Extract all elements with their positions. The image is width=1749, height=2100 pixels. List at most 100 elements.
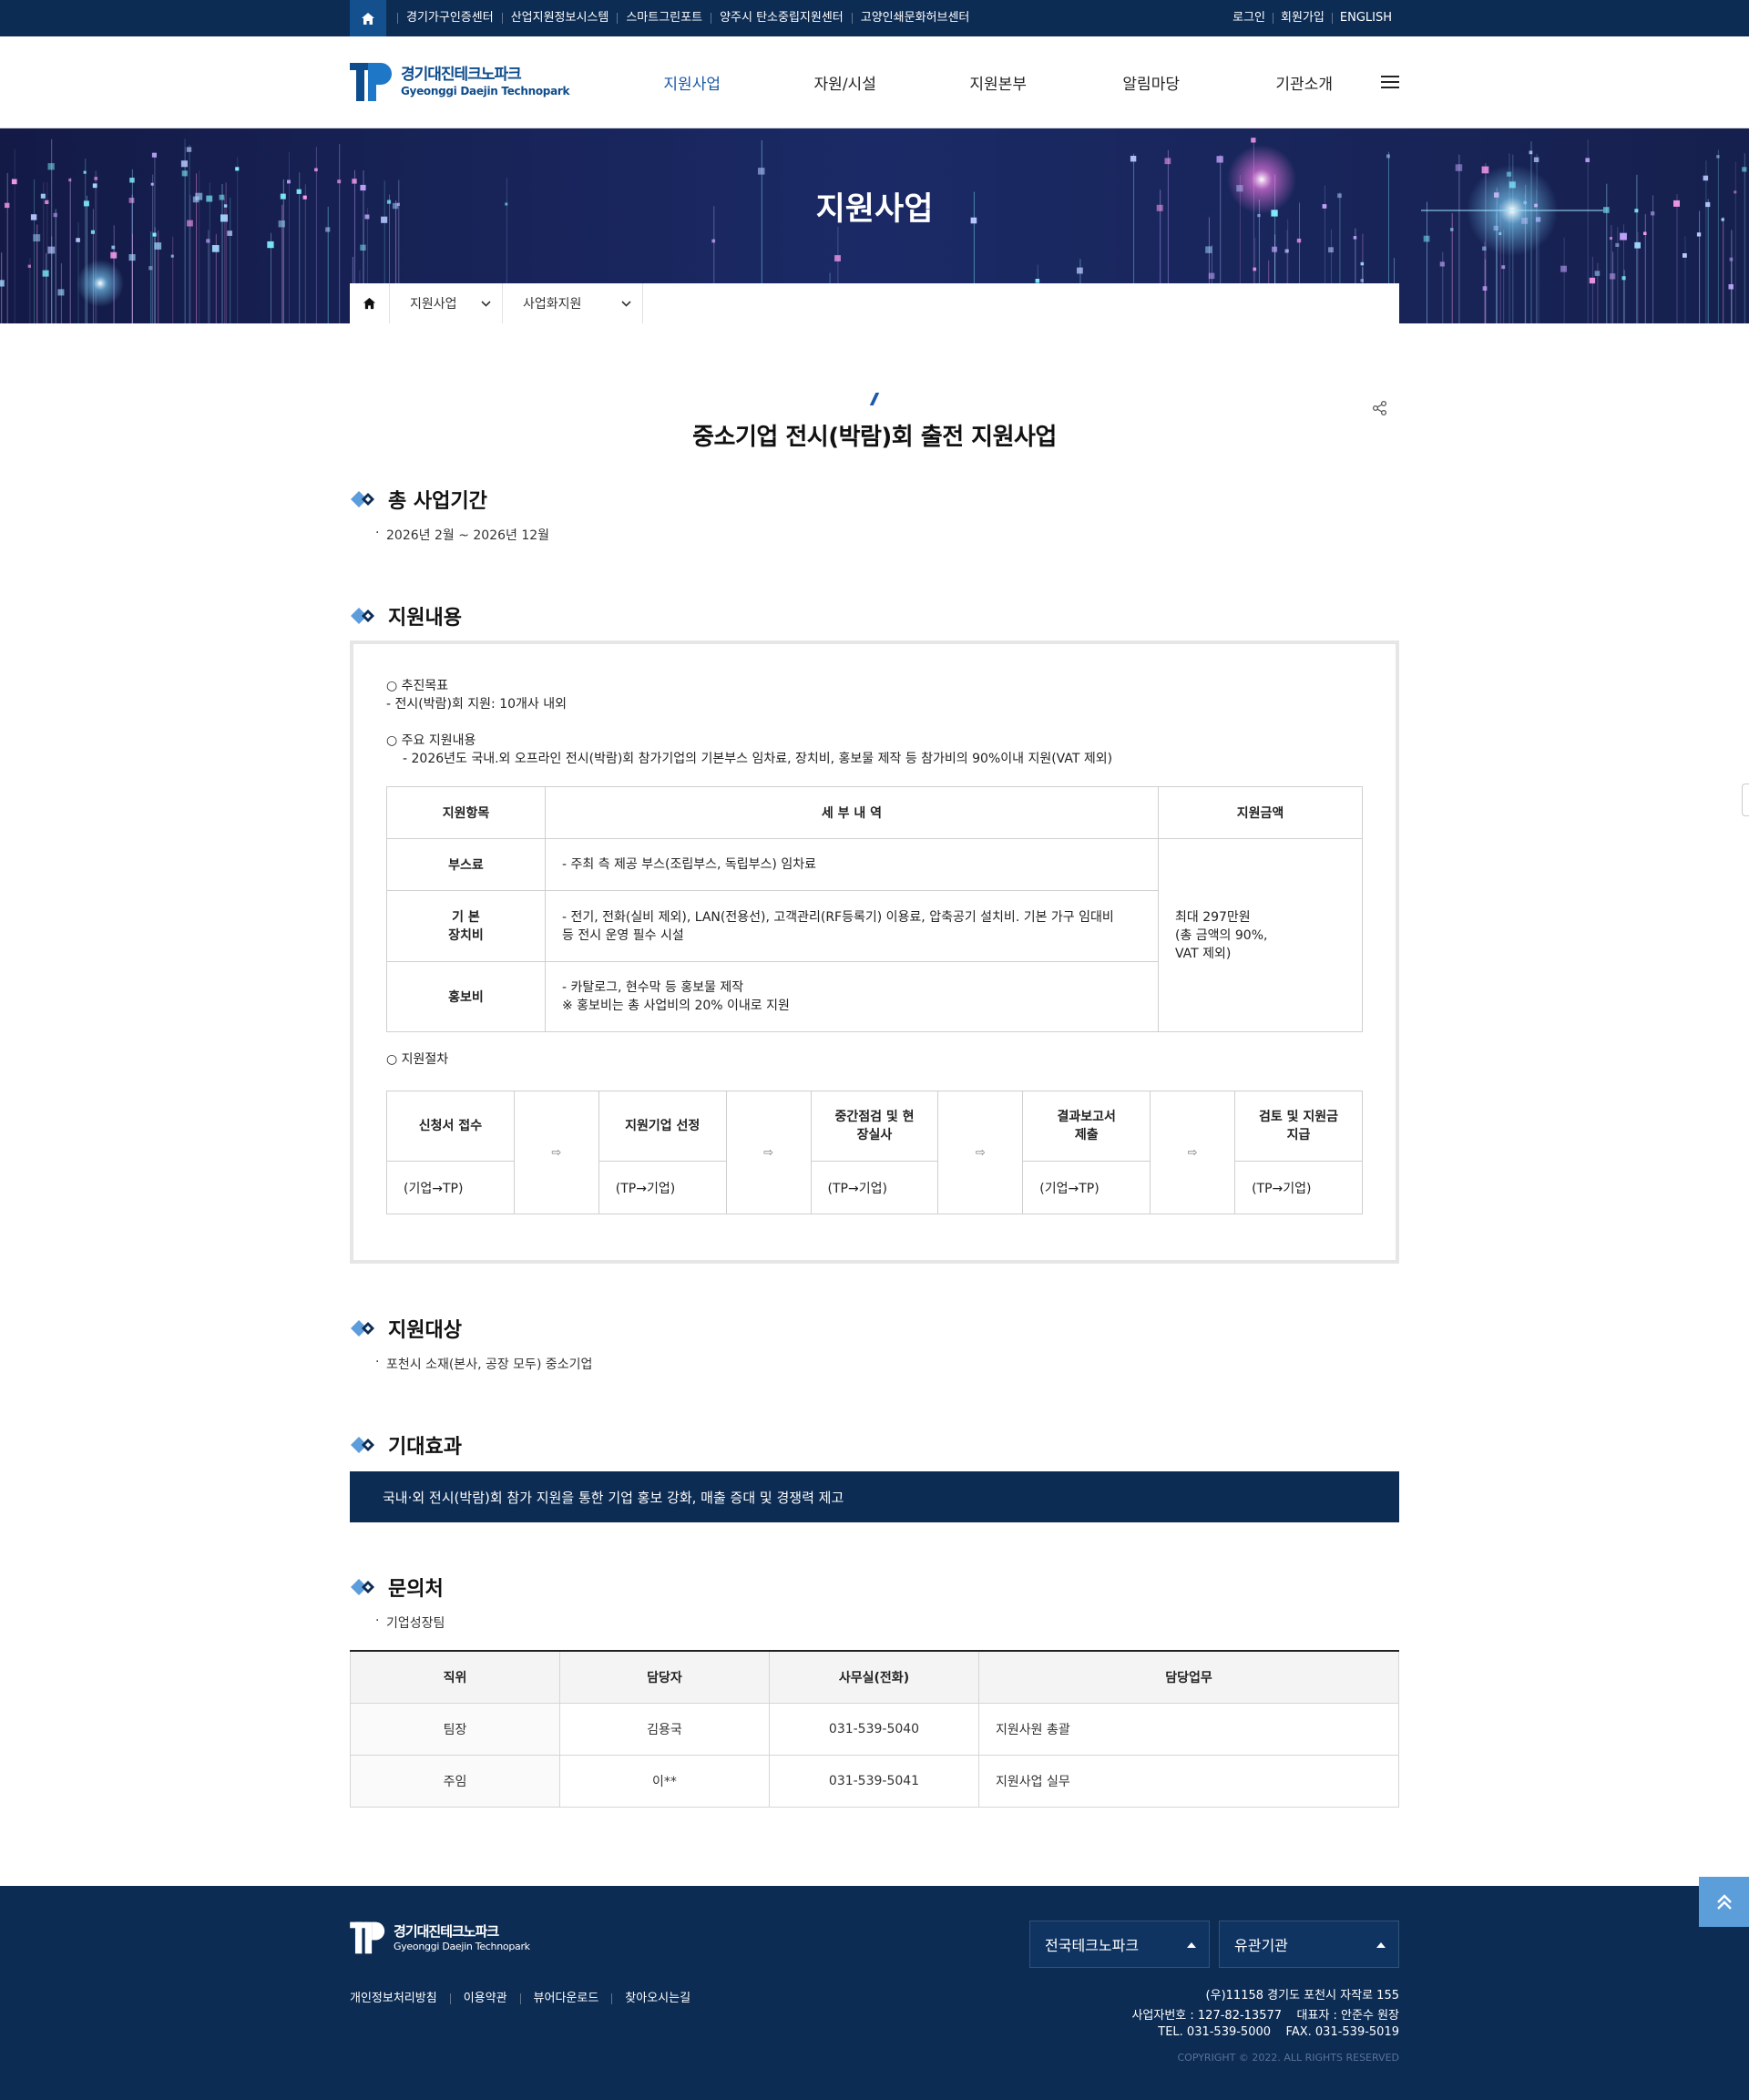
table-header: 사무실(전화)	[769, 1651, 979, 1704]
table-cell: 지원사업 실무	[978, 1754, 1399, 1808]
cell-line: - 카탈로그, 현수막 등 홍보물 제작	[562, 980, 744, 995]
diamond-bullet-icon	[351, 1320, 374, 1337]
nav-division[interactable]: 지원본부	[922, 71, 1075, 94]
footer-link[interactable]: 찾아오시는길	[611, 1992, 703, 2004]
section-heading: 지원내용	[350, 602, 1399, 630]
table-header: 담당업무	[978, 1651, 1399, 1704]
step-name: 결과보고서 제출	[1022, 1091, 1151, 1162]
nav-support[interactable]: 지원사업	[616, 71, 769, 94]
section-support: 지원내용 ○ 추진목표 - 전시(박람)회 지원: 10개사 내외 ○ 주요 지…	[350, 602, 1399, 1264]
diamond-bullet-icon	[351, 608, 374, 624]
main-nav: 지원사업 자원/시설 지원본부 알림마당 기관소개	[616, 71, 1381, 94]
caret-up-icon	[1187, 1941, 1196, 1948]
step-name: 검토 및 지원금 지급	[1234, 1091, 1363, 1162]
logo-text-kr: 경기대진테크노파크	[401, 66, 522, 84]
footer-copyright: COPYRIGHT © 2022. ALL RIGHTS RESERVED	[1177, 2052, 1399, 2064]
period-text: 2026년 2월 ~ 2026년 12월	[350, 526, 1399, 544]
side-quick-tab[interactable]	[1742, 784, 1749, 816]
logo-mark-icon	[350, 1921, 385, 1954]
related-org-select[interactable]: 유관기관	[1219, 1921, 1399, 1968]
hamburger-menu-icon[interactable]	[1380, 74, 1399, 90]
step-flow: (TP→기업)	[810, 1161, 939, 1214]
footer-logo-kr: 경기대진테크노파크	[394, 1922, 499, 1940]
cell-line: 등 전시 운영 필수 시설	[562, 927, 684, 943]
footer-link[interactable]: 뷰어다운로드	[519, 1992, 612, 2004]
diamond-bullet-icon	[351, 491, 374, 507]
cell-line: - 전기, 전화(실비 제외), LAN(전용선), 고객관리(RF등록기) 이…	[562, 909, 1114, 925]
step-flow: (기업→TP)	[386, 1161, 515, 1214]
process-table: 신청서 접수 ⇨ 지원기업 선정 ⇨ 중간점검 및 현 장실사 ⇨ 결과보고서 제출…	[386, 1091, 1363, 1214]
nav-resources[interactable]: 자원/시설	[769, 71, 922, 94]
cell-line: ※ 홍보비는 총 사업비의 20% 이내로 지원	[562, 999, 790, 1013]
technopark-select[interactable]: 전국테크노파크	[1029, 1921, 1210, 1968]
footer-logo[interactable]: 경기대진테크노파크 Gyeonggi Daejin Technopark	[350, 1921, 530, 1955]
table-header: 담당자	[559, 1651, 770, 1704]
login-link[interactable]: 로그인	[1225, 12, 1273, 24]
location-bar: 지원사업 사업화지원	[350, 283, 1399, 323]
diamond-bullet-icon	[351, 1579, 374, 1595]
step-name: 중간점검 및 현 장실사	[810, 1091, 939, 1162]
page-title: 중소기업 전시(박람)회 출전 지원사업	[692, 424, 1057, 451]
footer-link[interactable]: 개인정보처리방침	[350, 1992, 450, 2004]
site-logo[interactable]: 경기대진테크노파크 Gyeonggi Daejin Technopark	[350, 61, 570, 103]
nav-about[interactable]: 기관소개	[1228, 71, 1381, 94]
step-flow: (TP→기업)	[1234, 1161, 1363, 1214]
visual-title: 지원사업	[815, 191, 934, 228]
step-flow: (TP→기업)	[598, 1161, 727, 1214]
table-cell: 팀장	[350, 1702, 560, 1756]
table-cell: 031-539-5040	[769, 1702, 979, 1756]
section-heading-text: 문의처	[388, 1578, 444, 1601]
site-link[interactable]: 스마트그린포트	[617, 12, 711, 24]
site-link[interactable]: 고양인쇄문화허브센터	[851, 12, 978, 24]
chevron-down-icon	[481, 300, 491, 307]
table-cell: 부스료	[386, 838, 546, 891]
share-icon[interactable]	[1372, 400, 1388, 420]
location-depth1-dropdown[interactable]: 지원사업	[390, 283, 503, 323]
join-link[interactable]: 회원가입	[1273, 12, 1332, 24]
site-link[interactable]: 경기가구인증센터	[397, 12, 502, 24]
footer-tel: TEL. 031-539-5000 FAX. 031-539-5019	[1158, 2025, 1399, 2039]
site-link[interactable]: 양주시 탄소중립지원센터	[711, 12, 852, 24]
location-depth1-label: 지원사업	[410, 297, 457, 312]
page-title-area: 중소기업 전시(박람)회 출전 지원사업	[350, 393, 1399, 466]
support-box: ○ 추진목표 - 전시(박람)회 지원: 10개사 내외 ○ 주요 지원내용 -…	[350, 640, 1399, 1264]
table-cell: - 카탈로그, 현수막 등 홍보물 제작 ※ 홍보비는 총 사업비의 20% 이…	[545, 961, 1159, 1032]
header: 경기대진테크노파크 Gyeonggi Daejin Technopark 지원사…	[0, 36, 1749, 128]
title-accent	[869, 393, 880, 405]
table-cell: 기 본 장치비	[386, 890, 546, 962]
section-period: 총 사업기간 2026년 2월 ~ 2026년 12월	[350, 486, 1399, 544]
section-heading: 기대효과	[350, 1431, 1399, 1459]
footer-link[interactable]: 이용약관	[449, 1992, 520, 2004]
english-link[interactable]: ENGLISH	[1331, 12, 1399, 24]
table-cell: 이**	[559, 1754, 770, 1808]
effect-banner: 국내·외 전시(박람)회 참가 지원을 통한 기업 홍보 강화, 매출 증대 및…	[350, 1471, 1399, 1522]
scroll-top-icon[interactable]	[1699, 1877, 1749, 1927]
nav-notice[interactable]: 알림마당	[1075, 71, 1228, 94]
step-flow: (기업→TP)	[1022, 1161, 1151, 1214]
amount-line: VAT 제외)	[1175, 946, 1232, 961]
table-header: 직위	[350, 1651, 560, 1704]
section-target: 지원대상 포천시 소재(본사, 공장 모두) 중소기업	[350, 1315, 1399, 1373]
table-cell: 주임	[350, 1754, 560, 1808]
arrow-icon: ⇨	[1150, 1091, 1236, 1214]
table-cell: - 전기, 전화(실비 제외), LAN(전용선), 고객관리(RF등록기) 이…	[545, 890, 1159, 962]
main-text: - 2026년도 국내.외 오프라인 전시(박람)회 참가기업의 기본부스 임차…	[403, 752, 1113, 766]
location-depth2-dropdown[interactable]: 사업화지원	[503, 283, 643, 323]
logo-text-en: Gyeonggi Daejin Technopark	[401, 85, 570, 97]
table-row: 주임 이** 031-539-5041 지원사업 실무	[350, 1754, 1399, 1808]
location-home-icon[interactable]	[350, 283, 390, 323]
section-heading: 문의처	[350, 1573, 1399, 1601]
section-heading-text: 지원대상	[388, 1319, 462, 1342]
table-row: 팀장 김용국 031-539-5040 지원사원 총괄	[350, 1702, 1399, 1756]
goal-title: ○ 추진목표	[386, 679, 449, 693]
home-icon[interactable]	[350, 0, 386, 36]
footer-logo-en: Gyeonggi Daejin Technopark	[394, 1940, 530, 1952]
table-header: 지원금액	[1158, 786, 1363, 839]
table-cell: - 주최 측 제공 부스(조립부스, 독립부스) 임차료	[545, 838, 1159, 891]
table-cell: 031-539-5041	[769, 1754, 979, 1808]
section-heading-text: 지원내용	[388, 607, 462, 630]
section-heading-text: 기대효과	[388, 1436, 462, 1459]
support-table: 지원항목 세 부 내 역 지원금액 부스료 - 주최 측 제공 부스(조립부스,…	[386, 786, 1363, 1032]
cell-line: 기 본	[452, 909, 480, 925]
site-link[interactable]: 산업지원정보시스템	[501, 12, 618, 24]
